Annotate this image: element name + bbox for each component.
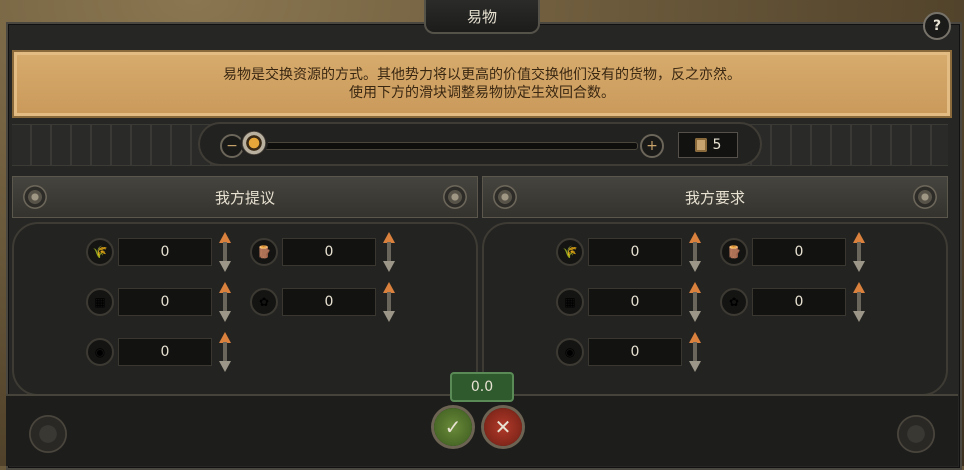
rosette-icon [913,185,937,209]
quantity-stepper[interactable] [380,282,398,322]
quantity-stepper[interactable] [216,232,234,272]
rosette-icon [443,185,467,209]
offer-quantity-input[interactable]: 0 [118,338,212,366]
quantity-stepper[interactable] [850,282,868,322]
quantity-stepper[interactable] [216,282,234,322]
stone-icon: ▦ [556,288,584,316]
wood-icon: 🪵 [250,238,278,266]
stepper-stem [387,242,391,262]
offer-quantity-input[interactable]: 0 [282,238,376,266]
request-quantity-input[interactable]: 0 [588,338,682,366]
quantity-stepper[interactable] [686,332,704,372]
request-quantity-input[interactable]: 0 [588,238,682,266]
stepper-stem [693,292,697,312]
request-quantity-input[interactable]: 0 [588,288,682,316]
offer-header: 我方提议 [12,176,478,218]
offer-area [12,222,478,396]
offer-quantity-input[interactable]: 0 [118,288,212,316]
offer-quantity-input[interactable]: 0 [118,238,212,266]
duration-slider-thumb[interactable] [242,131,266,155]
corner-ornament [896,414,936,454]
arrow-down-icon[interactable] [383,311,395,322]
wheat-icon: 🌾 [86,238,114,266]
stepper-stem [223,342,227,362]
stepper-stem [387,292,391,312]
rosette-icon [493,185,517,209]
request-resource-row: ✿ 0 [720,282,868,322]
window-title: 易物 [424,0,540,34]
quantity-stepper[interactable] [850,232,868,272]
arrow-down-icon[interactable] [383,261,395,272]
request-area [482,222,948,396]
info-line-2: 使用下方的滑块调整易物协定生效回合数。 [349,85,615,101]
increase-turns-button[interactable]: + [640,134,664,158]
wheat-icon: 🌾 [556,238,584,266]
gold-icon: ◉ [556,338,584,366]
request-quantity-input[interactable]: 0 [752,288,846,316]
request-resource-row: 🌾 0 [556,232,704,272]
request-resource-row: ◉ 0 [556,332,704,372]
stepper-stem [693,342,697,362]
arrow-down-icon[interactable] [689,361,701,372]
offer-resource-row: ◉ 0 [86,332,234,372]
stepper-stem [223,292,227,312]
turns-display: 5 [678,132,738,158]
arrow-down-icon[interactable] [219,261,231,272]
gold-icon: ◉ [86,338,114,366]
info-line-1: 易物是交换资源的方式。其他势力将以更高的价值交换他们没有的货物，反之亦然。 [223,67,741,83]
info-banner: 易物是交换资源的方式。其他势力将以更高的价值交换他们没有的货物，反之亦然。 使用… [12,50,952,118]
wood-icon: 🪵 [720,238,748,266]
stepper-stem [223,242,227,262]
window-title-label: 易物 [466,7,497,26]
stepper-stem [857,242,861,262]
duration-slider-track[interactable] [248,142,638,150]
turns-value: 5 [712,137,722,153]
scroll-icon [694,138,707,152]
request-resource-row: 🪵 0 [720,232,868,272]
arrow-down-icon[interactable] [689,311,701,322]
request-quantity-input[interactable]: 0 [752,238,846,266]
arrow-down-icon[interactable] [219,361,231,372]
stepper-stem [693,242,697,262]
trade-balance: 0.0 [450,372,514,402]
quantity-stepper[interactable] [686,232,704,272]
offer-quantity-input[interactable]: 0 [282,288,376,316]
corner-ornament [28,414,68,454]
request-title: 我方要求 [684,188,745,207]
offer-resource-row: 🪵 0 [250,232,398,272]
request-resource-row: ▦ 0 [556,282,704,322]
quantity-stepper[interactable] [216,332,234,372]
stone-icon: ▦ [86,288,114,316]
arrow-down-icon[interactable] [853,261,865,272]
rosette-icon [23,185,47,209]
bottom-bar [6,394,958,466]
decline-button[interactable]: ✕ [484,408,522,446]
offer-resource-row: 🌾 0 [86,232,234,272]
accept-button[interactable]: ✓ [434,408,472,446]
cloth-icon: ✿ [250,288,278,316]
request-header: 我方要求 [482,176,948,218]
help-button[interactable]: ? [923,12,951,40]
offer-resource-row: ▦ 0 [86,282,234,322]
arrow-down-icon[interactable] [219,311,231,322]
stepper-stem [857,292,861,312]
offer-resource-row: ✿ 0 [250,282,398,322]
quantity-stepper[interactable] [380,232,398,272]
offer-title: 我方提议 [214,188,275,207]
quantity-stepper[interactable] [686,282,704,322]
arrow-down-icon[interactable] [853,311,865,322]
cloth-icon: ✿ [720,288,748,316]
arrow-down-icon[interactable] [689,261,701,272]
decrease-turns-button[interactable]: − [220,134,244,158]
